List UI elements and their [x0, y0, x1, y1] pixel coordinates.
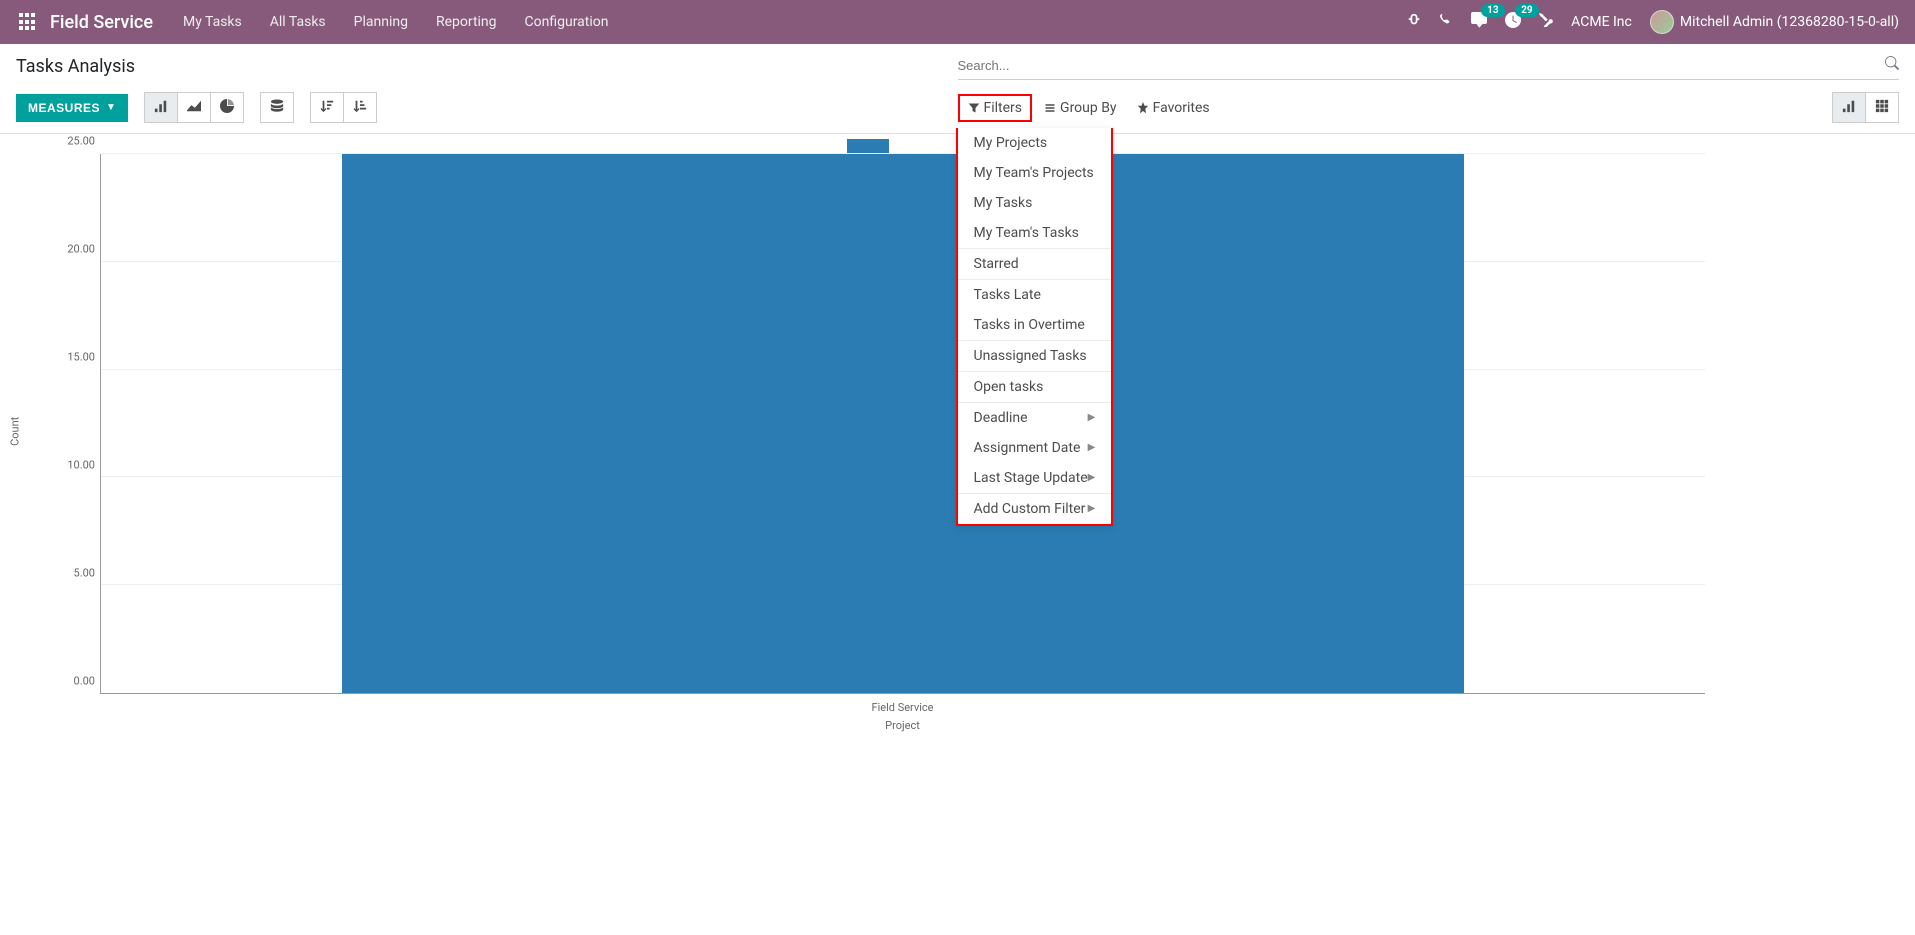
company-name[interactable]: ACME Inc: [1571, 14, 1632, 30]
apps-icon[interactable]: [16, 10, 40, 34]
filters-dropdown: My Projects My Team's Projects My Tasks …: [956, 128, 1114, 526]
y-axis-label: Count: [9, 417, 22, 446]
filter-tasks-overtime[interactable]: Tasks in Overtime: [958, 310, 1112, 340]
y-tick: 15.00: [67, 351, 95, 364]
view-switcher: [1833, 92, 1899, 123]
legend-swatch: [847, 139, 889, 153]
x-category-label: Field Service: [100, 701, 1705, 714]
search-container: [958, 52, 1900, 80]
filter-starred[interactable]: Starred: [958, 249, 1112, 279]
user-menu[interactable]: Mitchell Admin (12368280-15-0-all): [1650, 10, 1899, 34]
activities-badge: 29: [1515, 4, 1538, 17]
filters-toggle[interactable]: Filters: [958, 94, 1033, 122]
stacked-button[interactable]: [260, 92, 294, 123]
tools-icon[interactable]: [1539, 13, 1553, 31]
filter-my-projects[interactable]: My Projects: [958, 128, 1112, 158]
groupby-label: Group By: [1060, 100, 1117, 116]
y-tick: 25.00: [67, 135, 95, 148]
caret-down-icon: ▼: [106, 102, 116, 113]
chart-container: Count 0.00 5.00 10.00 15.00 20.00 25.00 …: [30, 154, 1705, 754]
chevron-right-icon: ▶: [1088, 442, 1096, 453]
pie-chart-button[interactable]: [210, 92, 244, 123]
main-navbar: Field Service My Tasks All Tasks Plannin…: [0, 0, 1915, 44]
measures-label: MEASURES: [28, 101, 100, 115]
search-panel: Filters Group By Favorites My Projects M…: [958, 94, 1218, 122]
line-chart-button[interactable]: [177, 92, 211, 123]
phone-icon[interactable]: [1439, 13, 1453, 31]
app-brand[interactable]: Field Service: [50, 12, 153, 33]
groupby-toggle[interactable]: Group By: [1036, 94, 1125, 122]
pivot-view-button[interactable]: [1865, 92, 1899, 123]
sort-desc-button[interactable]: [310, 92, 344, 123]
list-icon: [1044, 102, 1056, 114]
messages-badge: 13: [1481, 4, 1504, 17]
star-icon: [1137, 102, 1149, 114]
filter-deadline[interactable]: Deadline▶: [958, 403, 1112, 433]
x-axis-label: Project: [100, 719, 1705, 732]
nav-reporting[interactable]: Reporting: [436, 14, 497, 30]
filters-label: Filters: [984, 100, 1023, 116]
navbar-right: 13 29 ACME Inc Mitchell Admin (12368280-…: [1407, 10, 1899, 34]
debug-icon[interactable]: [1407, 13, 1421, 31]
messages-icon[interactable]: 13: [1471, 12, 1487, 32]
filter-last-stage-update[interactable]: Last Stage Update▶: [958, 463, 1112, 493]
bar-chart-button[interactable]: [144, 92, 178, 123]
y-tick: 0.00: [74, 675, 95, 688]
page-title: Tasks Analysis: [16, 56, 958, 77]
filter-add-custom[interactable]: Add Custom Filter▶: [958, 494, 1112, 524]
control-panel: Tasks Analysis MEASURES ▼: [0, 44, 1915, 134]
search-input[interactable]: [958, 52, 1900, 79]
avatar: [1650, 10, 1674, 34]
y-tick: 5.00: [74, 567, 95, 580]
filter-tasks-late[interactable]: Tasks Late: [958, 280, 1112, 310]
nav-my-tasks[interactable]: My Tasks: [183, 14, 242, 30]
activities-icon[interactable]: 29: [1505, 12, 1521, 32]
y-tick: 20.00: [67, 243, 95, 256]
search-icon[interactable]: [1885, 56, 1899, 74]
filter-icon: [968, 102, 980, 114]
favorites-label: Favorites: [1153, 100, 1210, 116]
navbar-menu: My Tasks All Tasks Planning Reporting Co…: [183, 14, 609, 30]
sort-asc-button[interactable]: [343, 92, 377, 123]
measures-button[interactable]: MEASURES ▼: [16, 94, 128, 122]
chevron-right-icon: ▶: [1088, 503, 1096, 514]
nav-planning[interactable]: Planning: [354, 14, 408, 30]
filter-open-tasks[interactable]: Open tasks: [958, 372, 1112, 402]
graph-view-button[interactable]: [1832, 92, 1866, 123]
filter-my-teams-tasks[interactable]: My Team's Tasks: [958, 218, 1112, 248]
y-tick: 10.00: [67, 459, 95, 472]
filter-assignment-date[interactable]: Assignment Date▶: [958, 433, 1112, 463]
plot-area: [100, 154, 1705, 694]
user-name-label: Mitchell Admin (12368280-15-0-all): [1680, 14, 1899, 30]
chevron-right-icon: ▶: [1088, 472, 1096, 483]
chart-legend: [847, 139, 889, 153]
filter-my-teams-projects[interactable]: My Team's Projects: [958, 158, 1112, 188]
nav-all-tasks[interactable]: All Tasks: [270, 14, 326, 30]
nav-configuration[interactable]: Configuration: [525, 14, 609, 30]
favorites-toggle[interactable]: Favorites: [1129, 94, 1218, 122]
chevron-right-icon: ▶: [1088, 412, 1096, 423]
filter-my-tasks[interactable]: My Tasks: [958, 188, 1112, 218]
bar-field-service[interactable]: [342, 154, 1465, 693]
filter-unassigned[interactable]: Unassigned Tasks: [958, 341, 1112, 371]
y-axis: 0.00 5.00 10.00 15.00 20.00 25.00: [60, 154, 100, 694]
